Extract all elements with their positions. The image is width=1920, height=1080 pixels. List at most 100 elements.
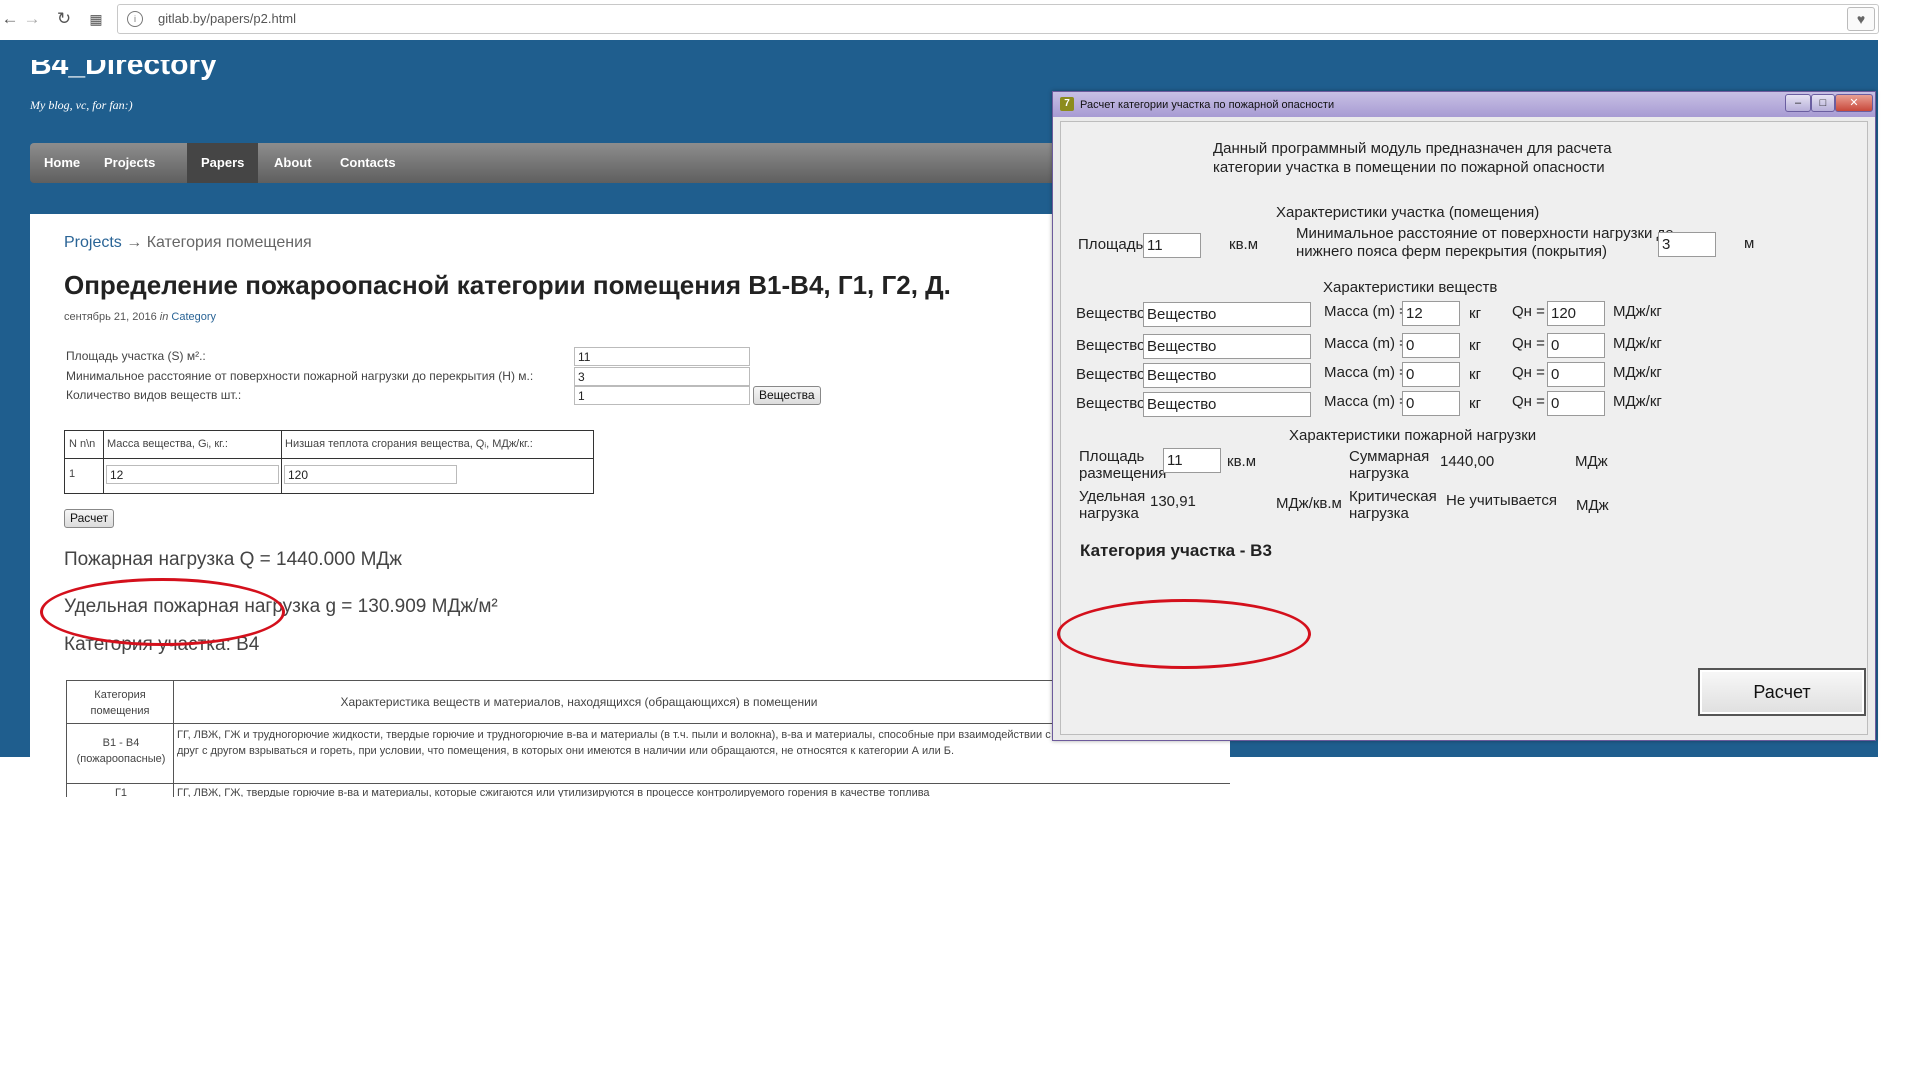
heat-label: Qн = [1512, 364, 1545, 381]
mass-input[interactable]: 0 [1402, 362, 1460, 387]
table-header-n: N n\n [69, 438, 96, 450]
category-header: Категория помещения [90, 689, 150, 717]
mass-unit: кг [1469, 337, 1482, 354]
critical-load-value: Не учитывается [1446, 492, 1557, 509]
apps-grid-icon[interactable]: ▦ [86, 9, 106, 29]
specific-load-unit: МДж/кв.м [1276, 495, 1342, 512]
mass-input[interactable]: 12 [106, 465, 279, 484]
substance-name-input[interactable]: Вещество [1143, 363, 1311, 388]
area-label: Площадь участка (S) м².: [66, 349, 206, 363]
breadcrumb-current: → Категория помещения [121, 234, 312, 251]
arrow-right-icon[interactable]: → [22, 9, 42, 29]
main-navigation: Home Projects Papers About Contacts [30, 143, 1070, 183]
substance-label: Вещество [1076, 305, 1146, 322]
mass-table: N n\n Масса вещества, Gᵢ, кг.: Низшая те… [64, 430, 594, 494]
substance-label: Вещество [1076, 366, 1146, 383]
table-divider [103, 431, 104, 493]
site-title[interactable]: B4_Directory [30, 60, 217, 85]
specific-label-line1: Удельная [1079, 488, 1146, 505]
substances-button[interactable]: Вещества [753, 386, 821, 405]
minimize-icon[interactable]: – [1785, 94, 1811, 112]
placement-area-input[interactable]: 11 [1163, 448, 1221, 473]
post-category-link[interactable]: Category [171, 311, 216, 323]
heat-label: Qн = [1512, 303, 1545, 320]
category-g1-description: ГГ, ЛВЖ, ГЖ, твердые горючие в-ва и мате… [177, 787, 930, 797]
heart-icon[interactable]: ♥ [1847, 7, 1875, 31]
heat-input[interactable]: 0 [1547, 333, 1605, 358]
area-input[interactable]: 11 [574, 347, 750, 366]
placement-label-line1: Площадь [1079, 448, 1145, 465]
breadcrumb-projects-link[interactable]: Projects [64, 234, 122, 251]
heat-label: Qн = [1512, 393, 1545, 410]
heat-unit: МДж/кг [1613, 393, 1662, 410]
area-input[interactable]: 11 [1143, 233, 1201, 258]
nav-home[interactable]: Home [30, 143, 94, 183]
post-meta-in: in [156, 311, 172, 323]
breadcrumb: Projects → Категория помещения [64, 234, 312, 252]
app-icon: 7 [1060, 97, 1074, 111]
table-divider [67, 783, 1230, 784]
article-content: Projects → Категория помещения Определен… [30, 214, 1230, 797]
substance-name-input[interactable]: Вещество [1143, 302, 1311, 327]
mass-unit: кг [1469, 366, 1482, 383]
address-bar[interactable]: i gitlab.by/papers/p2.html ♥ [117, 4, 1879, 34]
specific-label-line2: нагрузка [1079, 505, 1139, 522]
mass-label: Масса (m) = [1324, 335, 1408, 352]
table-divider [65, 458, 593, 459]
total-load-unit: МДж [1575, 453, 1608, 470]
table-header-heat: Низшая теплота сгорания вещества, Qᵢ, МД… [285, 438, 533, 450]
calculate-button[interactable]: Расчет [1698, 668, 1866, 716]
mass-label: Масса (m) = [1324, 393, 1408, 410]
heat-unit: МДж/кг [1613, 303, 1662, 320]
nav-projects[interactable]: Projects [90, 143, 169, 183]
distance-label: Минимальное расстояние от поверхности по… [66, 369, 534, 383]
mass-unit: кг [1469, 305, 1482, 322]
substance-count-input[interactable]: 1 [574, 386, 750, 405]
close-icon[interactable]: ✕ [1835, 94, 1873, 112]
distance-label-line1: Минимальное расстояние от поверхности на… [1296, 225, 1674, 242]
category-result: Категория участка - В3 [1080, 541, 1272, 560]
page-title: Определение пожароопасной категории поме… [64, 270, 951, 300]
placement-unit: кв.м [1227, 453, 1257, 470]
nav-about[interactable]: About [260, 143, 326, 183]
post-date: сентябрь 21, 2016 [64, 311, 157, 323]
post-meta: сентябрь 21, 2016 in Category [64, 311, 216, 323]
heat-input[interactable]: 120 [284, 465, 457, 484]
category-b1-b4: В1 - В4 (пожароопасные) [76, 737, 166, 765]
critical-load-unit: МДж [1576, 497, 1609, 514]
distance-input[interactable]: 3 [1658, 232, 1716, 257]
globe-icon: i [127, 11, 143, 27]
placement-label-line2: размещения [1079, 465, 1167, 482]
nav-papers[interactable]: Papers [187, 143, 259, 183]
total-label-line1: Суммарная [1349, 448, 1430, 465]
heat-input[interactable]: 120 [1547, 301, 1605, 326]
reload-icon[interactable]: ↻ [54, 9, 74, 29]
heat-input[interactable]: 0 [1547, 362, 1605, 387]
arrow-left-icon[interactable]: ← [0, 9, 20, 29]
distance-input[interactable]: 3 [574, 367, 750, 386]
mass-label: Масса (m) = [1324, 364, 1408, 381]
calculate-button[interactable]: Расчет [64, 509, 115, 528]
table-divider [281, 431, 282, 493]
table-header-mass: Масса вещества, Gᵢ, кг.: [107, 438, 228, 450]
mass-input[interactable]: 0 [1402, 333, 1460, 358]
substance-name-input[interactable]: Вещество [1143, 334, 1311, 359]
heat-input[interactable]: 0 [1547, 391, 1605, 416]
category-g1: Г1 [114, 787, 128, 797]
substance-name-input[interactable]: Вещество [1143, 392, 1311, 417]
distance-unit: м [1744, 235, 1755, 252]
annotation-oval-dialog [1057, 599, 1311, 669]
maximize-icon[interactable]: □ [1811, 94, 1835, 112]
intro-text-line2: категории участка в помещении по пожарно… [1213, 159, 1605, 176]
mass-input[interactable]: 0 [1402, 391, 1460, 416]
annotation-oval-web [40, 578, 285, 646]
mass-input[interactable]: 12 [1402, 301, 1460, 326]
critical-label-line1: Критическая [1349, 488, 1437, 505]
room-section-title: Характеристики участка (помещения) [1276, 204, 1540, 221]
substance-label: Вещество [1076, 395, 1146, 412]
url-text[interactable]: gitlab.by/papers/p2.html [158, 11, 296, 26]
characteristics-header: Характеристика веществ и материалов, нах… [340, 695, 818, 709]
nav-contacts[interactable]: Contacts [326, 143, 410, 183]
heat-unit: МДж/кг [1613, 335, 1662, 352]
window-titlebar[interactable]: 7 Расчет категории участка по пожарной о… [1053, 92, 1875, 117]
